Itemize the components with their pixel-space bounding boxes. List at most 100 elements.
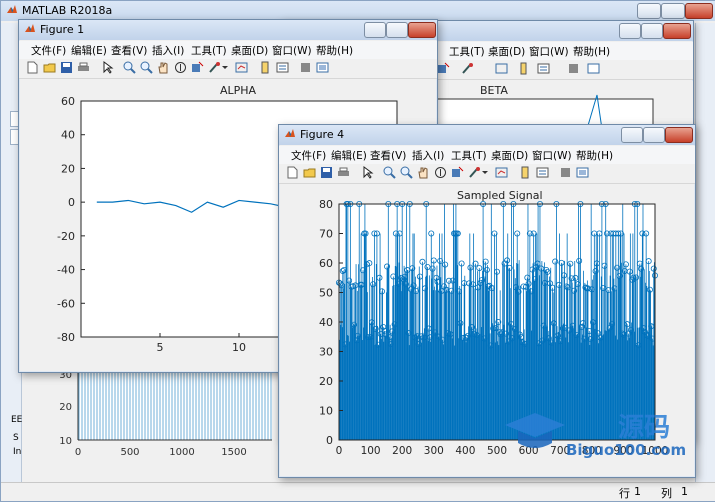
left-panel-fragment: In — [13, 447, 22, 457]
dropdown-arrow-icon[interactable] — [221, 61, 229, 74]
zoom-out-icon[interactable] — [140, 61, 153, 74]
back-figure-maximize-button[interactable] — [641, 23, 663, 39]
link-plot-icon[interactable] — [495, 62, 508, 75]
alpha-y-tick-label: 0 — [68, 196, 75, 209]
menu-item-view[interactable]: 查看(V) — [111, 43, 147, 58]
main-window-title: MATLAB R2018a — [22, 4, 113, 17]
print-icon[interactable] — [77, 61, 90, 74]
menu-item-window[interactable]: 窗口(W) — [272, 43, 312, 58]
menu-item-view[interactable]: 查看(V) — [370, 148, 406, 163]
graduation-cap-icon — [505, 413, 565, 448]
menu-item-desktop[interactable]: 桌面(D) — [488, 44, 525, 59]
data-cursor-icon[interactable] — [437, 62, 450, 75]
open-file-icon[interactable] — [303, 166, 316, 179]
figure1-toolbar — [19, 59, 437, 79]
show-plot-tools-icon[interactable] — [576, 166, 589, 179]
watermark-cn-text: 源码 — [618, 413, 671, 443]
lower-y-tick-label: 20 — [59, 402, 72, 413]
stem-x-tick-label: 300 — [424, 445, 444, 457]
figure1-maximize-button[interactable] — [386, 22, 408, 38]
hide-plot-tools-icon[interactable] — [299, 61, 312, 74]
print-icon[interactable] — [337, 166, 350, 179]
edit-plot-arrow-icon[interactable] — [361, 166, 374, 179]
edit-plot-arrow-icon[interactable] — [101, 61, 114, 74]
alpha-x-tick-label: 10 — [232, 341, 246, 354]
menu-item-desktop[interactable]: 桌面(D) — [491, 148, 528, 163]
legend-icon[interactable] — [536, 166, 549, 179]
alpha-y-tick-label: 20 — [61, 162, 75, 175]
menu-item-window[interactable]: 窗口(W) — [532, 148, 572, 163]
menu-item-help[interactable]: 帮助(H) — [573, 44, 610, 59]
colorbar-icon[interactable] — [259, 61, 272, 74]
left-panel-fragment: EE — [11, 415, 23, 425]
zoom-out-icon[interactable] — [400, 166, 413, 179]
figure1-minimize-button[interactable] — [364, 22, 386, 38]
save-icon[interactable] — [60, 61, 73, 74]
main-close-button[interactable] — [685, 3, 713, 19]
rotate-3d-icon[interactable] — [174, 61, 187, 74]
hide-plot-tools-icon[interactable] — [559, 166, 572, 179]
legend-icon[interactable] — [537, 62, 550, 75]
menu-item-file[interactable]: 文件(F) — [291, 148, 326, 163]
figure4-minimize-button[interactable] — [621, 127, 643, 143]
new-figure-icon[interactable] — [286, 166, 299, 179]
menu-item-insert[interactable]: 插入(I) — [152, 43, 184, 58]
show-plot-tools-icon[interactable] — [316, 61, 329, 74]
legend-icon[interactable] — [276, 61, 289, 74]
hide-plot-tools-icon[interactable] — [567, 62, 580, 75]
menu-item-file[interactable]: 文件(F) — [31, 43, 66, 58]
matlab-logo-icon — [7, 5, 17, 13]
figure4-maximize-button[interactable] — [643, 127, 665, 143]
brush-icon[interactable] — [208, 61, 221, 74]
menu-item-window[interactable]: 窗口(W) — [529, 44, 569, 59]
figure4-close-button[interactable] — [665, 127, 693, 143]
zoom-in-icon[interactable] — [383, 166, 396, 179]
menu-item-insert[interactable]: 插入(I) — [412, 148, 444, 163]
brush-icon[interactable] — [461, 62, 474, 75]
data-cursor-icon[interactable] — [191, 61, 204, 74]
rotate-3d-icon[interactable] — [434, 166, 447, 179]
main-minimize-button[interactable] — [637, 3, 661, 19]
alpha-y-tick-label: -60 — [57, 297, 75, 310]
menu-item-help[interactable]: 帮助(H) — [316, 43, 353, 58]
pan-hand-icon[interactable] — [157, 61, 170, 74]
show-plot-tools-icon[interactable] — [587, 62, 600, 75]
colorbar-icon[interactable] — [519, 62, 532, 75]
pan-hand-icon[interactable] — [417, 166, 430, 179]
stem-y-tick-label: 0 — [326, 434, 333, 447]
menu-item-tools[interactable]: 工具(T) — [449, 44, 485, 59]
menu-item-tools[interactable]: 工具(T) — [451, 148, 487, 163]
lower-background-plot: 30 20 10 0 500 1000 1500 — [59, 370, 272, 458]
colorbar-icon[interactable] — [519, 166, 532, 179]
stem-y-tick-label: 60 — [319, 257, 333, 270]
back-figure-minimize-button[interactable] — [619, 23, 641, 39]
link-plot-icon[interactable] — [235, 61, 248, 74]
dropdown-arrow-icon[interactable] — [481, 166, 489, 179]
brush-icon[interactable] — [468, 166, 481, 179]
menu-item-edit[interactable]: 编辑(E) — [71, 43, 107, 58]
alpha-y-tick-label: 40 — [61, 129, 75, 142]
lower-x-tick-label: 0 — [75, 447, 81, 458]
main-maximize-button[interactable] — [661, 3, 685, 19]
menu-item-tools[interactable]: 工具(T) — [191, 43, 227, 58]
menu-item-edit[interactable]: 编辑(E) — [331, 148, 367, 163]
stem-y-tick-label: 80 — [319, 198, 333, 211]
zoom-in-icon[interactable] — [123, 61, 136, 74]
status-row-value: 1 — [634, 485, 641, 498]
open-file-icon[interactable] — [43, 61, 56, 74]
menu-item-desktop[interactable]: 桌面(D) — [231, 43, 268, 58]
save-icon[interactable] — [320, 166, 333, 179]
status-bar: 行 1 列 1 — [1, 482, 715, 500]
new-figure-icon[interactable] — [26, 61, 39, 74]
menu-item-help[interactable]: 帮助(H) — [576, 148, 613, 163]
data-cursor-icon[interactable] — [451, 166, 464, 179]
figure4-menu-bar: 文件(F) 编辑(E) 查看(V) 插入(I) 工具(T) 桌面(D) 窗口(W… — [279, 146, 695, 164]
stem-y-tick-label: 50 — [319, 287, 333, 300]
figure1-menu-bar: 文件(F) 编辑(E) 查看(V) 插入(I) 工具(T) 桌面(D) 窗口(W… — [19, 41, 437, 59]
link-plot-icon[interactable] — [495, 166, 508, 179]
back-figure-close-button[interactable] — [663, 23, 691, 39]
figure1-close-button[interactable] — [408, 22, 436, 38]
alpha-y-tick-label: -20 — [57, 230, 75, 243]
left-panel-fragment: S — [13, 433, 19, 443]
watermark-en-text: Biguo100.com — [566, 441, 687, 459]
